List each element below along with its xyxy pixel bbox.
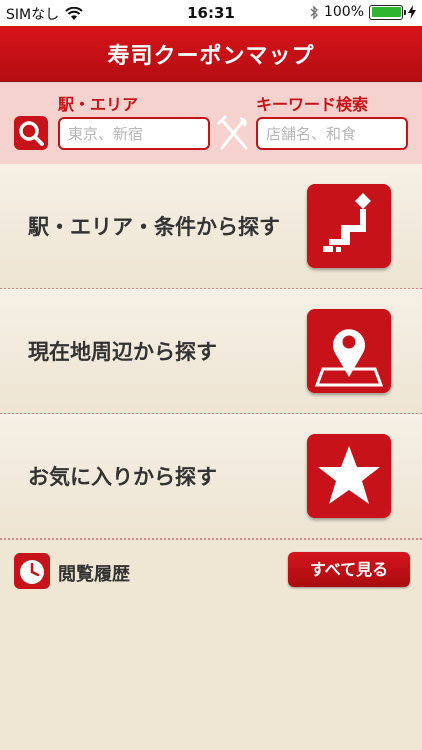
menu-item-favorites[interactable]: お気に入りから探す [0,414,422,538]
status-bar: SIMなし 16:31 100% [0,0,422,26]
keyword-search-label: キーワード検索 [256,95,369,114]
clock-icon [14,553,50,589]
area-search-label: 駅・エリア [58,95,139,114]
nav-bar: 寿司クーポンマップ [0,26,422,82]
search-icon[interactable] [14,116,48,150]
status-right: 100% [309,4,416,20]
star-icon [307,434,391,518]
history-label: 閲覧履歴 [58,564,130,585]
location-pin-icon [307,309,391,393]
area-search-input[interactable]: 東京、新宿 [58,117,210,150]
menu-item-label: 駅・エリア・条件から探す [28,215,280,239]
battery-icon [369,4,406,20]
menu-item-label: 現在地周辺から探す [28,340,217,364]
battery-fill [371,7,401,17]
page-title: 寿司クーポンマップ [107,43,315,69]
bluetooth-icon [310,4,318,20]
charging-icon [408,5,416,19]
divider [0,538,422,540]
menu-item-area-search[interactable]: 駅・エリア・条件から探す [0,164,422,288]
menu-item-nearby-search[interactable]: 現在地周辺から探す [0,289,422,413]
keyword-search-input[interactable]: 店舗名、和食 [256,117,408,150]
menu-item-label: お気に入りから探す [28,465,217,489]
japan-map-icon [307,184,391,268]
fork-knife-icon [217,115,248,150]
battery-percent: 100% [323,4,364,20]
see-all-button[interactable]: すべて見る [288,552,410,587]
